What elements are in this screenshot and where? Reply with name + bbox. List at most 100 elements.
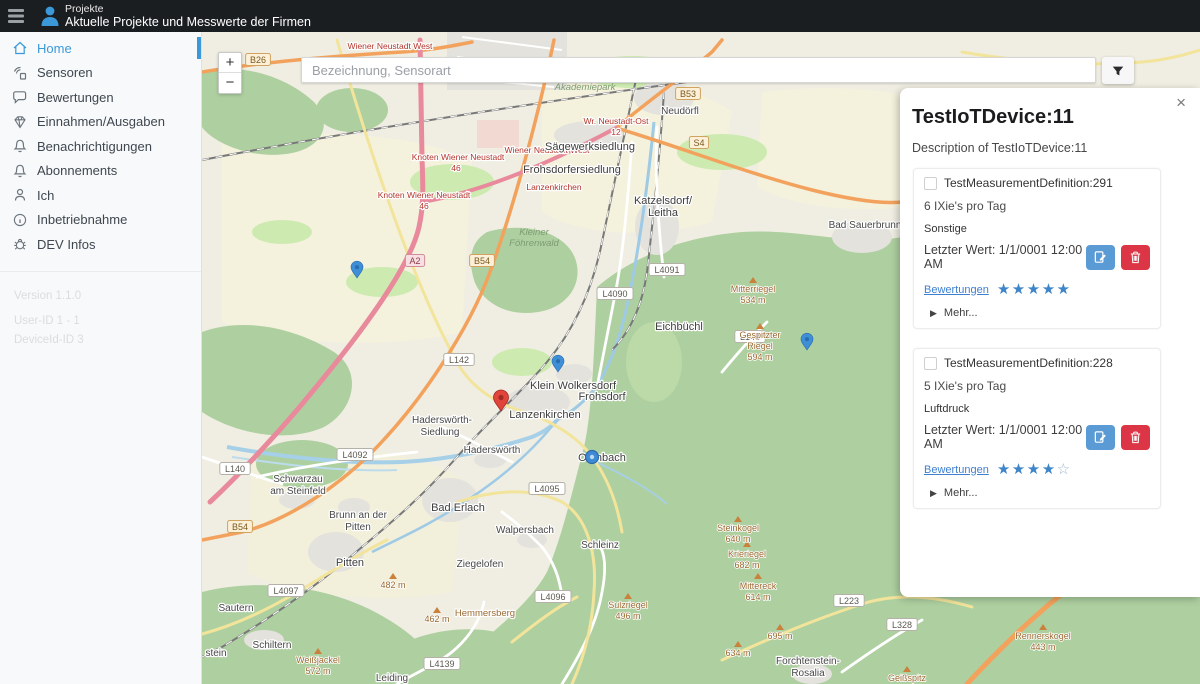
road-badge-a2: A2 — [405, 255, 424, 267]
sidebar-item-einnahmen-ausgaben[interactable]: Einnahmen/Ausgaben — [0, 110, 201, 135]
svg-text:B26: B26 — [250, 55, 266, 65]
caret-right-icon: ▶ — [930, 308, 937, 319]
edit-button[interactable] — [1086, 425, 1115, 450]
star-rating[interactable]: ★★★★☆ — [997, 462, 1072, 477]
zoom-in-button[interactable]: + — [219, 53, 241, 73]
last-value-row: Letzter Wert: 1/1/0001 12:00 AM — [924, 423, 1150, 451]
more-expander[interactable]: ▶Mehr... — [924, 487, 1150, 499]
bell-icon — [12, 163, 28, 179]
page-subtitle: Aktuelle Projekte und Messwerte der Firm… — [65, 15, 311, 29]
sidebar-footer-line: Version 1.1.0 — [14, 290, 201, 302]
sidebar-item-inbetriebnahme[interactable]: Inbetriebnahme — [0, 208, 201, 233]
map-label: Föhrenwald — [509, 238, 559, 249]
sidebar-item-dev-infos[interactable]: DEV Infos — [0, 232, 201, 257]
sidebar-item-abonnements[interactable]: Abonnements — [0, 159, 201, 184]
map-label: Sautern — [218, 603, 253, 614]
map-label: Haderswörth — [464, 445, 521, 456]
map-label: 443 m — [1030, 642, 1055, 652]
road-badge-b54: B54 — [470, 255, 495, 267]
device-title: TestIoTDevice:11 — [912, 106, 1074, 129]
sidebar: Home Sensoren BewertungenEinnahmen/Ausgabe… — [0, 32, 202, 684]
map-label: 594 m — [747, 352, 772, 362]
edit-button[interactable] — [1086, 245, 1115, 270]
device-description: Description of TestIoTDevice:11 — [912, 141, 1087, 155]
sidebar-footer-line: DeviceId-ID 3 — [14, 334, 201, 346]
ratings-link[interactable]: Bewertungen — [924, 464, 989, 476]
close-icon[interactable]: × — [1176, 94, 1186, 111]
map-zoom-control: + − — [218, 52, 242, 94]
map-label: 482 m — [380, 580, 405, 590]
map-label: Knoten Wiener Neustadt — [412, 152, 505, 162]
map-label: Eichbüchl — [655, 321, 703, 333]
sidebar-item-ich[interactable]: Ich — [0, 183, 201, 208]
svg-text:L4092: L4092 — [342, 450, 367, 460]
map-label: Mitterriegel — [731, 284, 776, 294]
ratings-row: Bewertungen ★★★★☆ — [924, 462, 1150, 477]
map-label: Knoten Wiener Neustadt — [378, 190, 471, 200]
star-rating[interactable]: ★★★★★ — [997, 282, 1072, 297]
map-label: Sägewerksiedlung — [545, 141, 635, 153]
svg-text:B53: B53 — [680, 89, 696, 99]
search-input[interactable] — [302, 58, 1095, 82]
map-label: Pitten — [345, 522, 371, 533]
home-icon — [12, 40, 28, 56]
svg-text:S4: S4 — [693, 138, 704, 148]
road-badge-l328: L328 — [887, 619, 917, 631]
map-label: Frohsdorfersiedlung — [523, 164, 621, 176]
map-label: Mittereck — [740, 581, 777, 591]
sidebar-item-bewertungen[interactable]: Bewertungen — [0, 85, 201, 110]
map-label: Wr. Neustadt-Ost — [583, 116, 649, 126]
map-label: Schwarzau — [273, 474, 322, 485]
application-window: { "topbar": { "title": "Projekte", "subt… — [0, 0, 1200, 684]
sidebar-item-sensoren[interactable]: Sensoren — [0, 61, 201, 86]
ratings-link[interactable]: Bewertungen — [924, 284, 989, 296]
measurement-card-list: TestMeasurementDefinition:2916 IXie's pr… — [913, 168, 1161, 528]
road-badge-l4091: L4091 — [649, 264, 685, 276]
user-avatar-icon[interactable] — [40, 5, 60, 27]
zoom-out-button[interactable]: − — [219, 73, 241, 93]
sidebar-item-label: Sensoren — [37, 65, 93, 80]
delete-button[interactable] — [1121, 245, 1150, 270]
delete-button[interactable] — [1121, 425, 1150, 450]
map-label: am Steinfeld — [270, 486, 326, 497]
map-label: Leiding — [376, 673, 408, 684]
map-label: 572 m — [305, 666, 330, 676]
road-badge-l4090: L4090 — [597, 288, 633, 300]
measurement-checkbox[interactable] — [924, 357, 937, 370]
map-search-bar — [301, 57, 1096, 83]
map-label: Geißspitz — [888, 673, 927, 683]
svg-text:L4097: L4097 — [273, 586, 298, 596]
more-label: Mehr... — [944, 487, 978, 499]
more-expander[interactable]: ▶Mehr... — [924, 307, 1150, 319]
map-label: 614 m — [745, 592, 770, 602]
road-badge-s4: S4 — [689, 137, 708, 149]
map-label: 634 m — [725, 648, 750, 658]
map-marker-blue-circle[interactable] — [586, 451, 599, 464]
measurement-header-row: TestMeasurementDefinition:291 — [924, 176, 1150, 190]
map-label: 640 m — [725, 534, 750, 544]
map-label: 46 — [451, 163, 461, 173]
road-badge-l4139: L4139 — [424, 658, 460, 670]
trash-icon — [1128, 430, 1143, 445]
map-label: Ziegelofen — [457, 559, 504, 570]
funnel-icon — [1111, 64, 1125, 78]
menu-icon[interactable] — [8, 9, 24, 23]
app-title: Projekte — [65, 3, 104, 15]
road-badge-l223: L223 — [834, 595, 864, 607]
measurement-name: TestMeasurementDefinition:228 — [944, 356, 1113, 370]
sidebar-item-home[interactable]: Home — [0, 36, 201, 61]
map-label: Forchtenstein- — [776, 656, 840, 667]
map-label: Gespitzter — [739, 330, 780, 340]
sidebar-footer: Version 1.1.0User-ID 1 - 1DeviceId-ID 3 — [0, 272, 201, 346]
svg-text:A2: A2 — [409, 256, 420, 266]
map-label: Walpersbach — [496, 525, 554, 536]
filter-button[interactable] — [1102, 57, 1134, 84]
map-label: Weißjackel — [296, 655, 340, 665]
sidebar-item-benachrichtigungen[interactable]: Benachrichtigungen — [0, 134, 201, 159]
map-label: Brunn an der — [329, 510, 387, 521]
ratings-row: Bewertungen ★★★★★ — [924, 282, 1150, 297]
map-label: 46 — [419, 201, 429, 211]
measurement-checkbox[interactable] — [924, 177, 937, 190]
measurement-category: Luftdruck — [924, 403, 1150, 415]
comment-icon — [12, 89, 28, 105]
